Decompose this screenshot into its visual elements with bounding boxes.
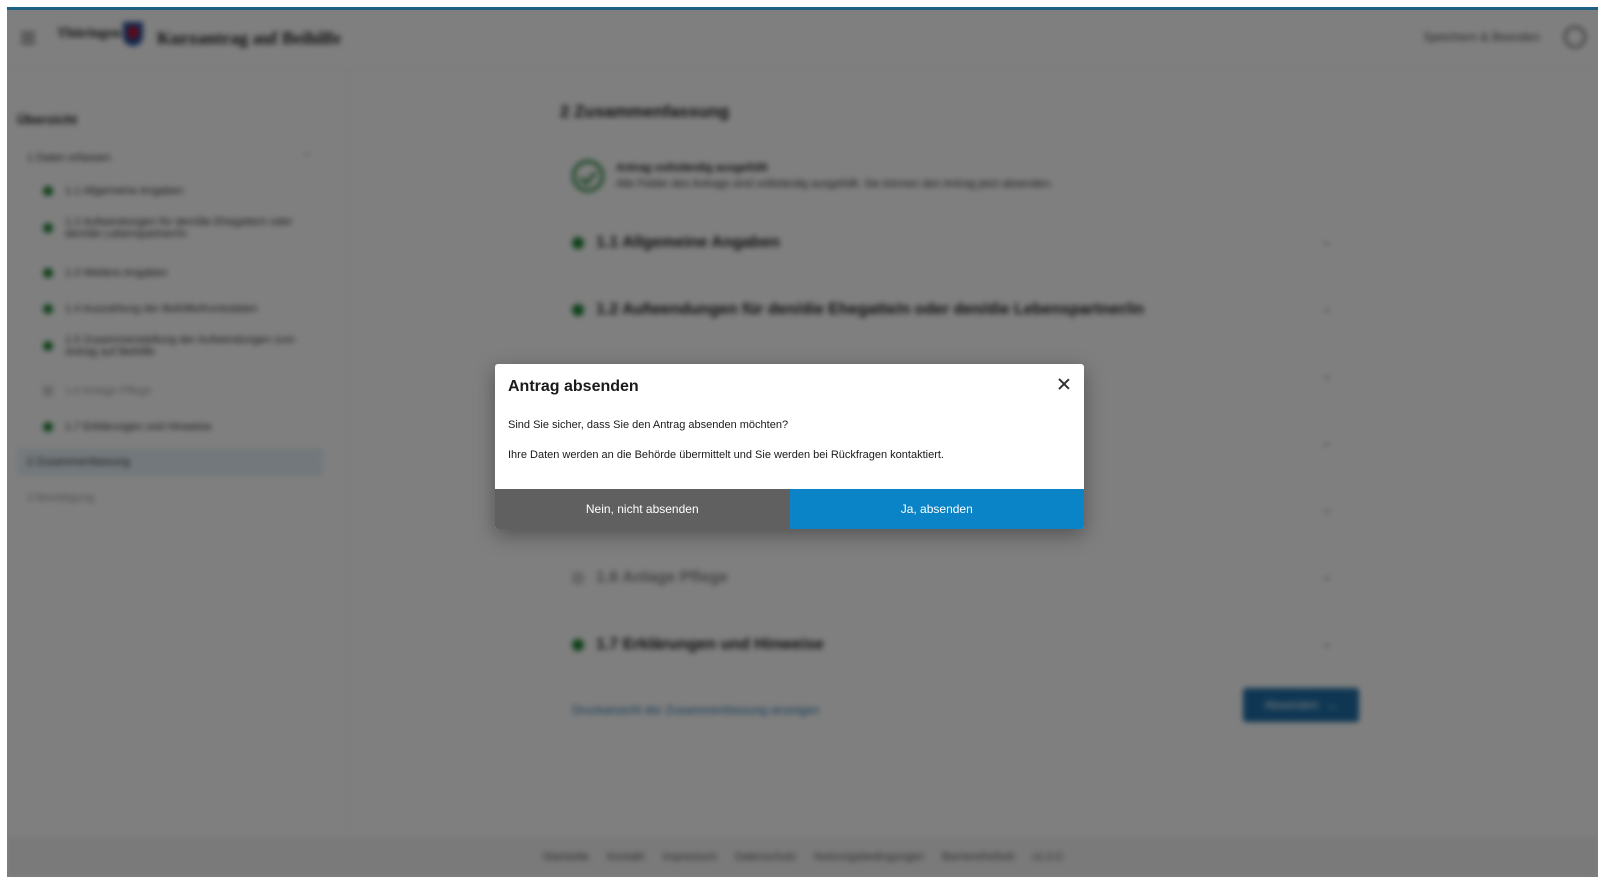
app-window: Thüringen Kurzantrag auf Beihilfe Speich… <box>7 7 1598 877</box>
dialog-question: Sind Sie sicher, dass Sie den Antrag abs… <box>508 419 789 431</box>
dialog-actions: Nein, nicht absenden Ja, absenden <box>495 489 1084 529</box>
dialog-info: Ihre Daten werden an die Behörde übermit… <box>508 449 944 461</box>
confirm-button[interactable]: Ja, absenden <box>789 489 1084 529</box>
confirm-submit-dialog: Antrag absenden Sind Sie sicher, dass Si… <box>495 364 1084 529</box>
cancel-button[interactable]: Nein, nicht absenden <box>495 489 790 529</box>
dialog-title: Antrag absenden <box>508 378 639 395</box>
close-icon[interactable] <box>1054 374 1074 394</box>
